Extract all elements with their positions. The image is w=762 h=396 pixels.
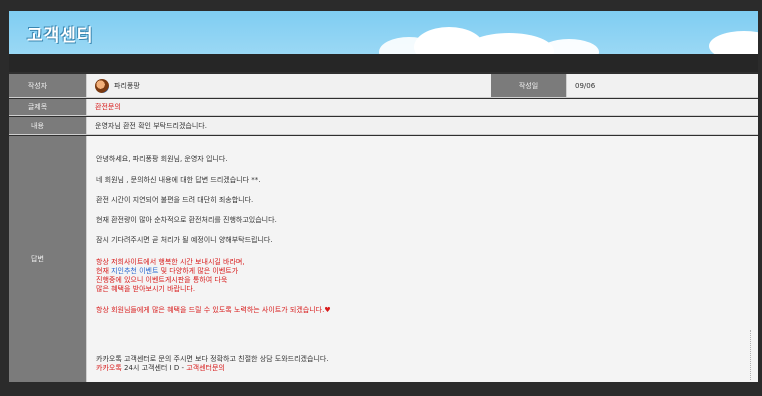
page-title: 고객센터: [27, 26, 94, 46]
subject-label: 글제목: [9, 99, 86, 115]
kakao-id-link[interactable]: 고객센터문의: [186, 364, 225, 372]
content-label: 내용: [9, 117, 86, 134]
promo-line: 항상 회원님들에게 많은 혜택을 드릴 수 있도록 노력하는 사이트가 되겠습니…: [96, 306, 331, 314]
answer-intro: 네 회원님 , 문의하신 내용에 대한 답변 드리겠습니다 **.: [96, 176, 261, 184]
avatar: [95, 78, 109, 93]
author-name: 파리퐁팡: [114, 81, 140, 90]
content-value: 운영자님 환전 확인 부탁드리겠습니다.: [86, 117, 758, 134]
cloud-decoration: [709, 31, 758, 54]
subject-row: 글제목 환전문의: [9, 99, 758, 116]
author-label: 작성자: [9, 74, 86, 97]
kakao-info: 카카오톡 고객센터로 문의 주시면 보다 정확하고 친절한 상담 도와드리겠습니…: [96, 355, 329, 363]
date-label: 작성일: [491, 74, 566, 97]
answer-paragraph: 현재 환전량이 많아 순차적으로 환전처리를 진행하고있습니다.: [96, 216, 277, 224]
answer-body: 안녕하세요, 파리퐁팡 회원님, 운영자 입니다. 네 회원님 , 문의하신 내…: [87, 143, 750, 381]
kakao-id-line: 카카오톡 24시 고객센터 I D - 고객센터문의: [96, 364, 225, 373]
author-value: 파리퐁팡: [86, 74, 491, 97]
promo-line: 많은 혜택을 받아보시기 바랍니다.: [96, 285, 196, 293]
divider: [750, 330, 751, 380]
promo-line: 현재 지인추천 이벤트 및 다양하게 많은 이벤트가: [96, 267, 238, 276]
answer-greeting: 안녕하세요, 파리퐁팡 회원님, 운영자 입니다.: [96, 155, 228, 163]
referral-event-link[interactable]: 지인추천 이벤트: [111, 267, 158, 275]
answer-label: 답변: [9, 136, 86, 382]
kakao-id-text: 24시 고객센터 I D -: [121, 364, 187, 372]
promo-text: 및 다양하게 많은 이벤트가: [158, 267, 239, 275]
kakao-label: 카카오톡: [96, 364, 122, 372]
date-value: 09/06: [566, 74, 758, 97]
author-row: 작성자 파리퐁팡 작성일 09/06: [9, 74, 758, 98]
header-banner: 고객센터: [9, 11, 758, 54]
promo-text: 현재: [96, 267, 112, 275]
content-row: 내용 운영자님 환전 확인 부탁드리겠습니다.: [9, 117, 758, 135]
answer-paragraph: 환전 시간이 지연되어 불편을 드려 대단히 죄송합니다.: [96, 196, 254, 204]
subject-value: 환전문의: [86, 99, 758, 115]
divider: [9, 54, 758, 72]
answer-paragraph: 잠시 기다려주시면 곧 처리가 될 예정이니 양해부탁드립니다.: [96, 236, 273, 244]
promo-line: 진행중에 있으니 이벤트게시판을 통하여 다욱: [96, 276, 228, 284]
promo-line: 항상 저희사이트에서 행복한 시간 보내시길 바라며,: [96, 258, 245, 266]
